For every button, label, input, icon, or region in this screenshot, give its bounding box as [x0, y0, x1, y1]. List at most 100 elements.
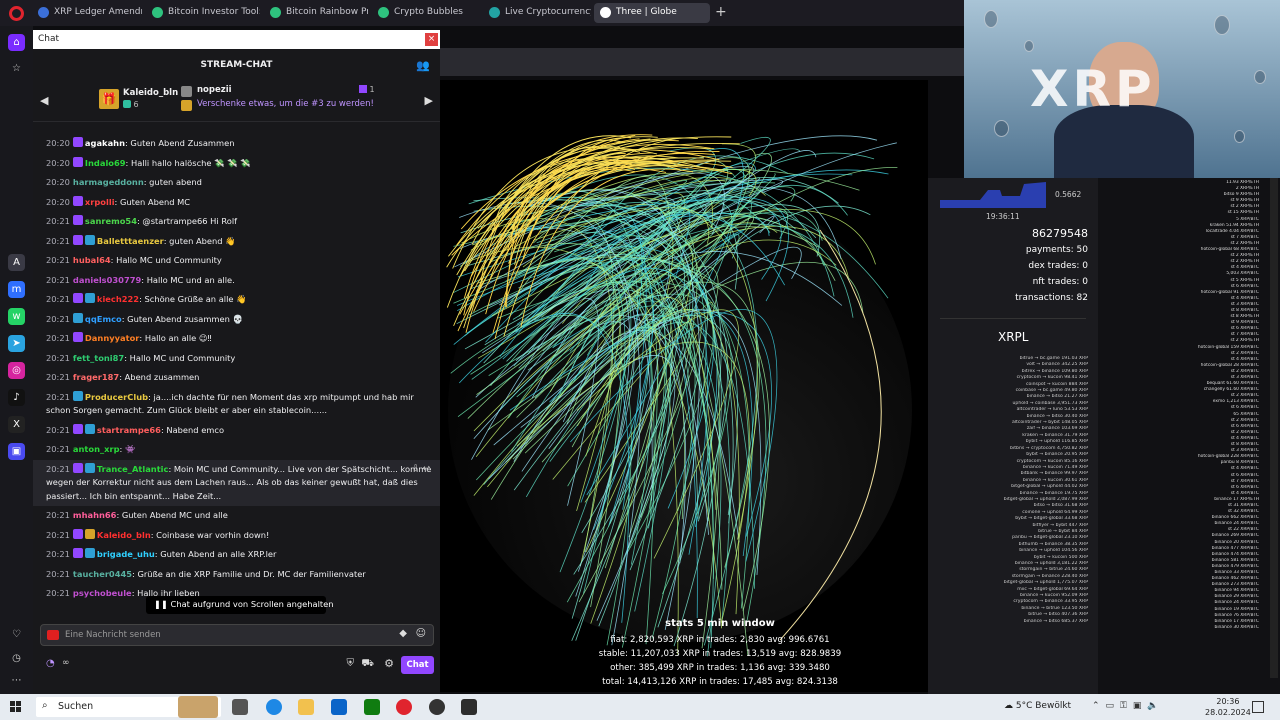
chat-message[interactable]: 20:21 sanremo54: @startrampe66 Hi Rolf [33, 212, 440, 232]
chat-message[interactable]: 20:21 qqEmco: Guten Abend zusammen 💀 [33, 310, 440, 330]
message-username[interactable]: Trance_Atlantic [97, 464, 169, 474]
file-explorer-icon[interactable] [298, 699, 314, 715]
xbox-icon[interactable] [364, 699, 380, 715]
gift-badge-icon[interactable] [84, 528, 95, 539]
chat-message[interactable]: 20:21 startrampe66: Nabend emco [33, 421, 440, 441]
chat-message[interactable]: 20:21 hubal64: Hallo MC und Community [33, 251, 440, 271]
sub-badge-icon[interactable] [84, 423, 95, 434]
sub-badge-icon[interactable] [84, 234, 95, 245]
notifications-icon[interactable] [1252, 701, 1264, 713]
star-badge-icon[interactable] [72, 528, 83, 539]
obs-taskbar-icon[interactable] [461, 699, 477, 715]
chat-message[interactable]: 20:21 taucher0445: Grüße an die XRP Famil… [33, 565, 440, 585]
chat-message[interactable]: 20:21 fett_toni87: Hallo MC und Community [33, 349, 440, 369]
shield-icon[interactable]: ⛨ [347, 658, 355, 669]
home-icon[interactable]: ⌂ [8, 34, 25, 51]
sub-badge-icon[interactable] [72, 390, 83, 401]
star-badge-icon[interactable] [72, 332, 83, 342]
message-username[interactable]: harmageddonn [73, 177, 144, 187]
browser-tab[interactable]: Live Cryptocurrency Price [483, 3, 591, 23]
chat-message[interactable]: 20:21 Trance_Atlantic: Moin MC und Commun… [33, 459, 440, 506]
opera-taskbar-icon[interactable] [396, 699, 412, 715]
chat-send-button[interactable]: Chat [401, 656, 434, 674]
chat-paused-notice[interactable]: ❚❚ Chat aufgrund von Scrollen angehalten [146, 596, 334, 614]
star-badge-icon[interactable] [72, 548, 83, 558]
message-username[interactable]: sanremo54 [85, 216, 137, 226]
message-username[interactable]: hubal64 [73, 255, 111, 265]
star-badge-icon[interactable] [72, 215, 83, 225]
whatsapp-icon[interactable]: w [8, 308, 25, 325]
message-username[interactable]: xrpolli [85, 197, 115, 207]
gear-icon[interactable]: ⚙ [384, 657, 394, 670]
chat-message[interactable]: 20:20 Indalo69: Halli hallo halösche 💸 💸 … [33, 154, 440, 174]
chat-message[interactable]: 20:21 brigade_uhu: Guten Abend an alle XR… [33, 545, 440, 565]
sub-badge-icon[interactable] [84, 548, 95, 558]
star-badge-icon[interactable] [72, 293, 83, 303]
message-username[interactable]: Indalo69 [85, 158, 126, 168]
message-username[interactable]: startrampe66 [97, 425, 161, 435]
chat-message[interactable]: 20:21 anton_xrp: 👾 [33, 440, 440, 460]
heart-icon[interactable]: ♡ [8, 626, 25, 643]
message-username[interactable]: frager187 [73, 372, 119, 382]
chat-message[interactable]: 20:21 frager187: Abend zusammen [33, 368, 440, 388]
chat-message[interactable]: 20:21 mhahn66: Guten Abend MC und alle [33, 506, 440, 526]
star-badge-icon[interactable] [72, 234, 83, 245]
message-username[interactable]: taucher0445 [73, 569, 132, 579]
app-taskbar-icon[interactable] [429, 699, 445, 715]
users-icon[interactable]: 👥 [416, 59, 430, 72]
sub-badge-icon[interactable] [72, 312, 83, 323]
channel-points-icon[interactable]: ◔ [46, 658, 55, 669]
record-icon[interactable] [47, 630, 59, 640]
mail-icon[interactable] [331, 699, 347, 715]
chat-message[interactable]: 20:20 harmageddonn: guten abend [33, 173, 440, 193]
message-username[interactable]: ProducerClub [85, 392, 148, 402]
star-badge-icon[interactable] [72, 156, 83, 167]
edge-icon[interactable] [266, 699, 282, 715]
chat-message[interactable]: 20:21 ProducerClub: ja....ich dachte für … [33, 388, 440, 421]
message-username[interactable]: mhahn66 [73, 510, 117, 520]
windows-start-icon[interactable] [10, 701, 22, 713]
opera-logo-icon[interactable] [9, 6, 24, 21]
message-username[interactable]: daniels030779 [73, 275, 141, 285]
player-icon[interactable]: ▣ [8, 443, 25, 460]
star-badge-icon[interactable] [72, 137, 83, 147]
emote-icon[interactable]: ☺ [416, 628, 426, 639]
star-badge-icon[interactable] [72, 462, 83, 473]
x-twitter-icon[interactable]: X [8, 416, 25, 433]
tiktok-icon[interactable]: ♪ [8, 389, 25, 406]
task-view-icon[interactable] [232, 699, 248, 715]
chat-message[interactable]: 20:21 Kaleido_bln: Coinbase war vorhin do… [33, 526, 440, 546]
chevron-right-icon[interactable]: ▶ [425, 94, 433, 107]
sub-badge-icon[interactable] [84, 462, 95, 473]
star-badge-icon[interactable] [72, 195, 83, 206]
message-username[interactable]: qqEmco [85, 314, 122, 324]
browser-tab[interactable]: Three | Globe [594, 3, 710, 23]
chat-message[interactable]: 20:21 kiech222: Schöne Grüße an alle 👋 [33, 290, 440, 310]
message-username[interactable]: Kaleido_bln [97, 530, 151, 540]
aria-icon[interactable]: A [8, 254, 25, 271]
message-username[interactable]: Dannyyator [85, 333, 139, 343]
message-username[interactable]: psychobeule [73, 588, 132, 598]
chat-message-input[interactable]: Eine Nachricht senden ◆ ☺ [40, 624, 434, 646]
cart-icon[interactable]: ⛟ [361, 658, 374, 671]
chevron-left-icon[interactable]: ◀ [40, 94, 48, 107]
chat-message[interactable]: 20:21 Balletttaenzer: guten Abend 👋 [33, 232, 440, 252]
weather-widget[interactable]: ☁ 5°C Bewölkt [1004, 701, 1071, 711]
chat-message[interactable]: 20:21 daniels030779: Hallo MC und an alle… [33, 271, 440, 291]
browser-tab[interactable]: Bitcoin Rainbow Price Cha [264, 3, 368, 23]
scrollbar[interactable] [1270, 178, 1278, 678]
close-icon[interactable]: × [425, 33, 438, 46]
chat-message[interactable]: 20:21 Dannyyator: Hallo an alle 😉‼ [33, 329, 440, 349]
reply-icon[interactable]: ⇩ ↩ [412, 463, 430, 477]
star-badge-icon[interactable] [72, 423, 83, 434]
bits-icon[interactable]: ◆ [399, 628, 407, 639]
taskbar-clock[interactable]: 20:36 28.02.2024 [1205, 696, 1251, 718]
message-username[interactable]: anton_xrp [73, 444, 120, 454]
more-icon[interactable]: ⋯ [8, 672, 25, 689]
message-username[interactable]: agakahn [85, 138, 125, 148]
system-tray-icons[interactable]: ⌃▭⚿▣🔈 [1092, 701, 1165, 711]
chat-message[interactable]: 20:20 xrpolli: Guten Abend MC [33, 193, 440, 213]
chat-message[interactable]: 20:20 agakahn: Guten Abend Zusammen [33, 134, 440, 154]
browser-tab[interactable]: Crypto Bubbles [372, 3, 478, 23]
message-username[interactable]: kiech222 [97, 294, 139, 304]
